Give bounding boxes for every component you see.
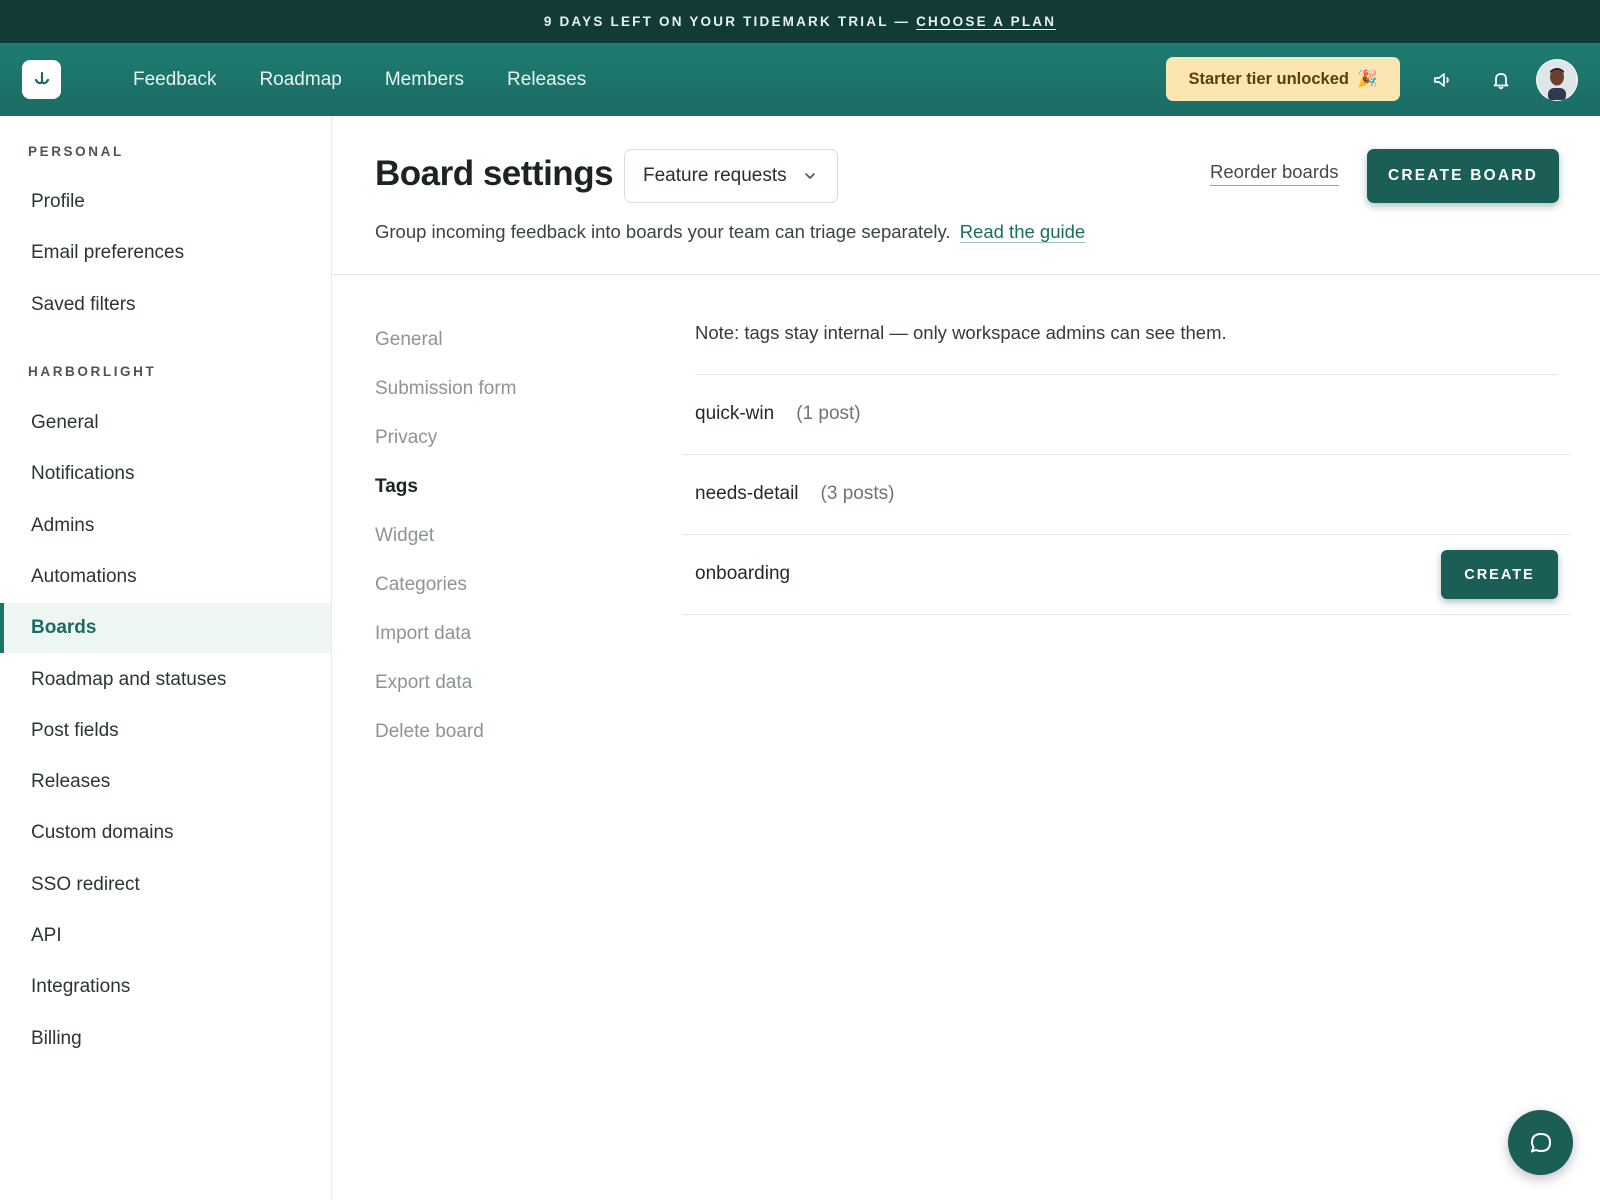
tab-submission-form[interactable]: Submission form	[375, 378, 517, 400]
reorder-boards-link[interactable]: Reorder boards	[1210, 161, 1339, 186]
sidebar-item-email-preferences[interactable]: Email preferences	[0, 228, 331, 278]
page-subtitle-text: Group incoming feedback into boards your…	[375, 221, 951, 242]
tag-count: (1 post)	[796, 403, 861, 424]
tab-tags[interactable]: Tags	[375, 476, 418, 498]
read-guide-link[interactable]: Read the guide	[959, 221, 1086, 243]
sidebar-item-automations[interactable]: Automations	[0, 552, 331, 602]
sidebar-item-integrations[interactable]: Integrations	[0, 962, 331, 1012]
nav-roadmap[interactable]: Roadmap	[259, 69, 341, 91]
sidebar-item-admins[interactable]: Admins	[0, 501, 331, 551]
top-nav: Feedback Roadmap Members Releases Starte…	[0, 43, 1600, 116]
tier-badge[interactable]: Starter tier unlocked 🎉	[1166, 57, 1400, 101]
tab-categories[interactable]: Categories	[375, 574, 467, 596]
main-nav: Feedback Roadmap Members Releases	[133, 43, 629, 116]
sidebar-item-custom-domains[interactable]: Custom domains	[0, 808, 331, 858]
sidebar-item-post-fields[interactable]: Post fields	[0, 706, 331, 756]
tab-general[interactable]: General	[375, 329, 443, 351]
sidebar-item-profile[interactable]: Profile	[0, 177, 331, 227]
tag-name: needs-detail	[695, 483, 799, 504]
trial-banner-text: 9 DAYS LEFT ON YOUR TIDEMARK TRIAL —	[543, 14, 911, 29]
divider	[695, 374, 1558, 375]
sidebar-item-boards[interactable]: Boards	[0, 603, 331, 653]
divider	[682, 534, 1570, 535]
divider	[682, 454, 1570, 455]
nav-releases[interactable]: Releases	[507, 69, 586, 91]
create-board-button[interactable]: CREATE BOARD	[1367, 149, 1559, 203]
trial-banner: 9 DAYS LEFT ON YOUR TIDEMARK TRIAL — CHO…	[0, 0, 1600, 43]
avatar[interactable]	[1536, 59, 1578, 101]
sidebar-item-roadmap-and-statuses[interactable]: Roadmap and statuses	[0, 655, 331, 705]
sidebar-item-saved-filters[interactable]: Saved filters	[0, 280, 331, 330]
create-tag-button[interactable]: CREATE	[1441, 550, 1558, 599]
sidebar-item-releases[interactable]: Releases	[0, 757, 331, 807]
settings-sidebar: PERSONAL Profile Email preferences Saved…	[0, 116, 332, 1200]
tier-badge-label: Starter tier unlocked	[1188, 69, 1349, 88]
tab-delete-board[interactable]: Delete board	[375, 721, 484, 743]
nav-members[interactable]: Members	[385, 69, 464, 91]
sidebar-item-billing[interactable]: Billing	[0, 1014, 331, 1064]
chevron-down-icon	[803, 167, 817, 189]
sidebar-item-api[interactable]: API	[0, 911, 331, 961]
tab-privacy[interactable]: Privacy	[375, 427, 437, 449]
choose-plan-link[interactable]: CHOOSE A PLAN	[916, 14, 1056, 29]
board-select-value: Feature requests	[643, 165, 787, 186]
tag-row[interactable]: needs-detail (3 posts)	[695, 483, 894, 505]
tab-export-data[interactable]: Export data	[375, 672, 472, 694]
divider	[682, 614, 1570, 615]
sidebar-heading-workspace: HARBORLIGHT	[28, 364, 157, 379]
tag-row[interactable]: quick-win (1 post)	[695, 403, 861, 425]
bell-icon[interactable]	[1486, 65, 1516, 95]
sidebar-item-notifications[interactable]: Notifications	[0, 449, 331, 499]
tags-note: Note: tags stay internal — only workspac…	[695, 322, 1227, 343]
new-tag-input[interactable]: onboarding	[695, 563, 790, 585]
nav-feedback[interactable]: Feedback	[133, 69, 216, 91]
new-tag-value: onboarding	[695, 563, 791, 584]
page-header: Board settings Feature requests Reorder …	[332, 116, 1600, 275]
tidemark-logo-icon[interactable]	[22, 60, 61, 99]
tab-widget[interactable]: Widget	[375, 525, 434, 547]
chat-bubble-icon[interactable]	[1508, 1110, 1573, 1175]
tag-name: quick-win	[695, 403, 775, 424]
megaphone-icon[interactable]	[1427, 65, 1457, 95]
sidebar-item-sso-redirect[interactable]: SSO redirect	[0, 860, 331, 910]
party-icon: 🎉	[1356, 69, 1378, 88]
tab-import-data[interactable]: Import data	[375, 623, 471, 645]
tag-count: (3 posts)	[820, 483, 895, 504]
sidebar-item-general[interactable]: General	[0, 398, 331, 448]
page-subtitle: Group incoming feedback into boards your…	[375, 221, 1086, 243]
sidebar-heading-personal: PERSONAL	[28, 144, 124, 159]
page-title: Board settings	[375, 154, 614, 193]
board-select[interactable]: Feature requests	[624, 149, 838, 203]
